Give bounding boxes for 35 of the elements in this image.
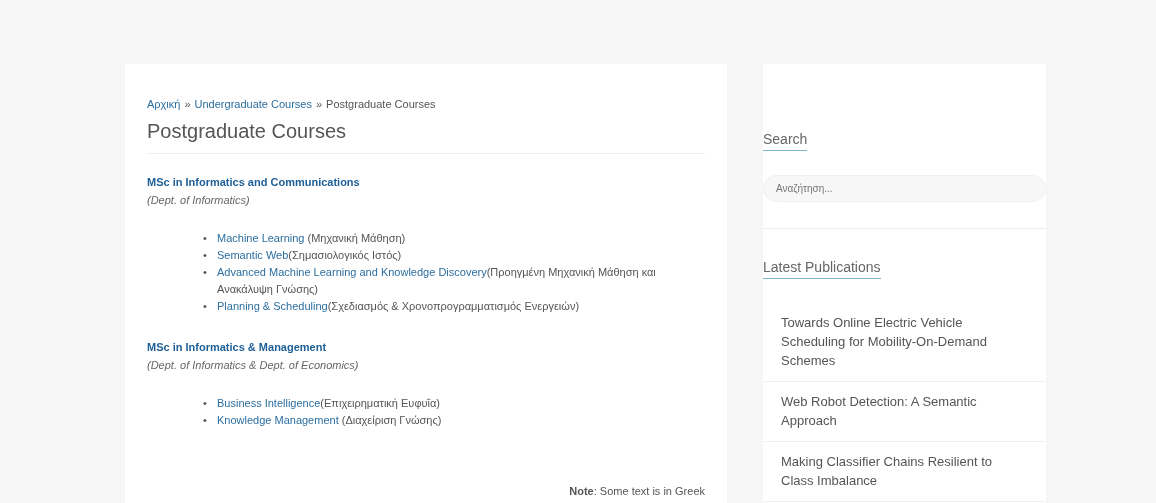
bullet: • xyxy=(203,231,208,246)
course-link[interactable]: Advanced Machine Learning and Knowledge Discovery xyxy=(217,266,487,278)
breadcrumb-separator: » xyxy=(184,98,191,110)
section-heading: Search xyxy=(763,131,808,151)
course-link[interactable]: Knowledge Management xyxy=(217,414,339,426)
bullet: • xyxy=(203,265,208,280)
breadcrumb-separator: » xyxy=(315,98,323,110)
course-item: Business Intelligence(Επιχειρηματική Ευφυΐα) xyxy=(217,396,441,411)
bullet: • xyxy=(203,248,208,263)
publication-link[interactable]: Towards Online Electric Vehicle Scheduling for Mobility-On-Demand Schemes xyxy=(763,305,1046,382)
note-text: Note: Some text is in Greek xyxy=(568,485,705,497)
breadcrumb-current: Postgraduate Courses xyxy=(326,98,436,110)
bullet: • xyxy=(203,413,208,428)
bullet: • xyxy=(203,396,208,411)
publication-link[interactable]: Web Robot Detection: A Semantic Approach xyxy=(763,382,1046,442)
program-title: MSc in Informatics and Communications xyxy=(147,176,361,188)
publication-link[interactable]: Making Classifier Chains Resilient to Class Imbalance xyxy=(763,442,1046,502)
department-text: (Dept. of Informatics & Dept. of Economics) xyxy=(147,359,360,371)
course-item: Knowledge Management (Διαχείριση Γνώσης) xyxy=(217,413,443,428)
bullet: • xyxy=(203,299,208,314)
course-item: Planning & Scheduling(Σχεδιασμός & Χρονοπρογραμματισμός Ενεργειών) xyxy=(217,299,581,314)
course-item: Machine Learning (Μηχανική Μάθηση) xyxy=(217,231,407,246)
course-item: Advanced Machine Learning and Knowledge Discovery(Προηγμένη Μηχανική Μάθηση και Ανακάλυψη Γνώσης) xyxy=(217,265,657,297)
course-link[interactable]: Planning & Scheduling xyxy=(217,300,328,312)
section-heading: Latest Publications xyxy=(763,259,881,279)
search-field[interactable]: Αναζήτηση... xyxy=(763,175,1046,202)
breadcrumb-link[interactable]: Undergraduate Courses xyxy=(194,98,312,110)
program-title: MSc in Informatics & Management xyxy=(147,341,328,353)
course-link[interactable]: Business Intelligence xyxy=(217,397,321,409)
course-link[interactable]: Semantic Web xyxy=(217,249,289,261)
page-title: Postgraduate Courses xyxy=(147,120,705,154)
department-text: (Dept. of Informatics) xyxy=(147,194,251,206)
course-link[interactable]: Machine Learning xyxy=(217,232,305,244)
course-item: Semantic Web(Σημασιολογικός Ιστός) xyxy=(217,248,403,263)
breadcrumb-link[interactable]: Αρχική xyxy=(147,98,181,110)
